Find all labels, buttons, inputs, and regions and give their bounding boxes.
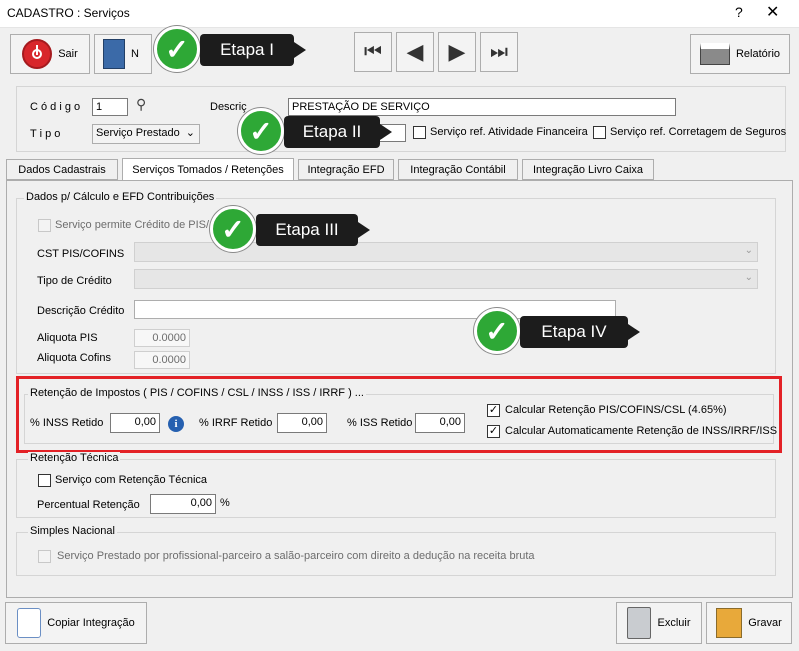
save-label: Gravar [748, 617, 782, 629]
exit-label: Sair [58, 48, 78, 60]
tab-label: Serviços Tomados / Retenções [132, 163, 284, 176]
callout-label: Etapa II [302, 122, 362, 141]
chk-credit-pis-label: Serviço permite Crédito de PIS/ [55, 219, 210, 231]
check-circle-icon: ✓ [238, 108, 284, 154]
credit-type-select[interactable]: ⌄ [134, 269, 758, 289]
previous-record-button[interactable]: ◀ [396, 32, 434, 72]
chk-simples-label: Serviço Prestado por profissional-parcei… [57, 550, 535, 562]
copy-integration-button[interactable]: Copiar Integração [5, 602, 147, 644]
chk-technical[interactable] [38, 474, 51, 487]
window-title: CADASTRO : Serviços [7, 6, 130, 20]
search-icon[interactable]: ⚲ [136, 96, 146, 113]
chk-technical-label: Serviço com Retenção Técnica [55, 474, 208, 486]
simples-legend: Simples Nacional [28, 525, 117, 537]
callout-label: Etapa III [275, 220, 339, 239]
check-circle-icon: ✓ [154, 26, 200, 72]
chevron-down-icon: ⌄ [744, 272, 753, 283]
next-record-button[interactable]: ▶ [438, 32, 476, 72]
report-label: Relatório [735, 48, 781, 60]
callout-step-2: Etapa II [284, 116, 392, 148]
new-button[interactable]: N [94, 34, 152, 74]
cst-label: CST PIS/COFINS [37, 248, 125, 260]
tab-servicos-tomados[interactable]: Serviços Tomados / Retenções [122, 158, 294, 181]
chevron-down-icon: ⌄ [185, 127, 195, 139]
new-label: N [131, 48, 139, 60]
type-select[interactable]: Serviço Prestado ⌄ [92, 124, 200, 144]
power-icon [22, 39, 53, 69]
highlight-box [16, 376, 782, 453]
type-select-value: Serviço Prestado [96, 127, 180, 139]
chk-insurance-label: Serviço ref. Corretagem de Seguros [610, 126, 787, 138]
type-label: T i p o [30, 128, 61, 140]
chk-financial[interactable] [413, 126, 426, 139]
aliq-pis-field[interactable]: 0.0000 [134, 329, 190, 347]
check-circle-icon: ✓ [474, 308, 520, 354]
percent-sign: % [220, 497, 230, 509]
aliq-pis-label: Aliquota PIS [37, 332, 98, 344]
chk-financial-label: Serviço ref. Atividade Financeira [430, 126, 588, 138]
printer-icon [699, 43, 730, 65]
exit-button[interactable]: Sair [10, 34, 90, 74]
callout-step-1: Etapa I [200, 34, 306, 66]
save-icon [716, 608, 743, 638]
tab-integracao-livro-caixa[interactable]: Integração Livro Caixa [522, 159, 654, 180]
first-record-button[interactable]: ⏮ [354, 32, 392, 72]
document-icon [17, 608, 42, 638]
tab-label: Integração EFD [307, 163, 385, 176]
credit-desc-label: Descrição Crédito [37, 305, 125, 317]
copy-integration-label: Copiar Integração [47, 617, 135, 629]
description-label: Descriç [210, 101, 247, 113]
callout-label: Etapa I [220, 40, 274, 59]
report-button[interactable]: Relatório [690, 34, 790, 74]
delete-button[interactable]: Excluir [616, 602, 702, 644]
chk-credit-pis[interactable] [38, 219, 51, 232]
close-button[interactable]: ✕ [766, 2, 779, 22]
save-button[interactable]: Gravar [706, 602, 792, 644]
technical-legend: Retenção Técnica [28, 452, 121, 464]
callout-step-4: Etapa IV [520, 316, 640, 348]
chk-simples[interactable] [38, 550, 51, 563]
next-icon: ▶ [448, 39, 466, 64]
chk-insurance[interactable] [593, 126, 606, 139]
delete-label: Excluir [657, 617, 691, 629]
last-icon: ⏭ [490, 40, 508, 63]
tab-label: Integração Livro Caixa [532, 163, 644, 176]
first-icon: ⏮ [364, 40, 382, 63]
callout-label: Etapa IV [541, 322, 607, 341]
tab-integracao-efd[interactable]: Integração EFD [298, 159, 394, 180]
pis-cofins-legend: Dados p/ Cálculo e EFD Contribuições [24, 191, 217, 203]
percent-field[interactable]: 0,00 [150, 494, 216, 514]
last-record-button[interactable]: ⏭ [480, 32, 518, 72]
code-field[interactable]: 1 [92, 98, 128, 116]
tab-dados-cadastrais[interactable]: Dados Cadastrais [6, 159, 118, 180]
tab-label: Dados Cadastrais [18, 163, 106, 176]
callout-step-3: Etapa III [256, 214, 370, 246]
trash-icon [627, 607, 652, 639]
tab-label: Integração Contábil [410, 163, 506, 176]
code-label: C ó d i g o [30, 101, 81, 113]
credit-type-label: Tipo de Crédito [37, 275, 112, 287]
percent-label: Percentual Retenção [37, 499, 140, 511]
chevron-down-icon: ⌄ [744, 245, 753, 256]
aliq-cofins-label: Aliquota Cofins [37, 352, 111, 364]
aliq-cofins-field[interactable]: 0.0000 [134, 351, 190, 369]
tab-integracao-contabil[interactable]: Integração Contábil [398, 159, 518, 180]
help-button[interactable]: ? [735, 4, 743, 20]
check-circle-icon: ✓ [210, 206, 256, 252]
book-icon [103, 39, 125, 69]
previous-icon: ◀ [406, 39, 424, 64]
description-field[interactable]: PRESTAÇÃO DE SERVIÇO [288, 98, 676, 116]
title-bar: CADASTRO : Serviços ? ✕ [0, 0, 799, 28]
